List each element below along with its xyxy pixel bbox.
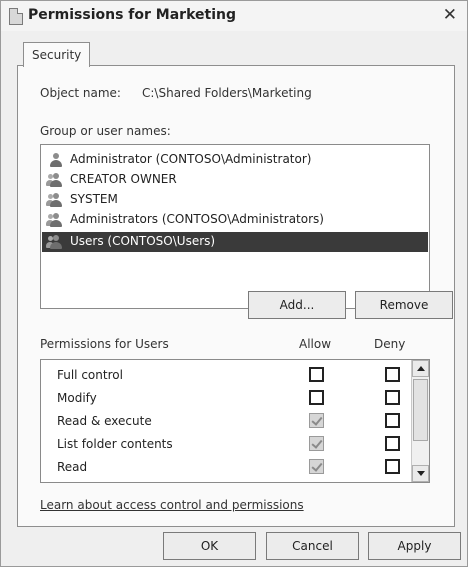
allow-checkbox[interactable] xyxy=(309,367,324,382)
permission-label: Read & execute xyxy=(57,414,152,428)
security-panel: Object name: C:\Shared Folders\Marketing… xyxy=(17,65,455,527)
deny-column-header: Deny xyxy=(374,337,406,351)
object-name-value: C:\Shared Folders\Marketing xyxy=(142,86,312,100)
permission-row: Modify xyxy=(41,387,411,409)
user-icon xyxy=(48,153,64,167)
allow-checkbox[interactable] xyxy=(309,390,324,405)
permissions-dialog: Permissions for Marketing ✕ Security Obj… xyxy=(0,0,468,567)
object-name-label: Object name: xyxy=(40,86,121,100)
group-icon xyxy=(46,235,64,249)
apply-button[interactable]: Apply xyxy=(368,532,461,560)
deny-checkbox[interactable] xyxy=(385,390,400,405)
user-list[interactable]: Administrator (CONTOSO\Administrator) CR… xyxy=(40,144,430,309)
list-item[interactable]: SYSTEM xyxy=(42,190,428,210)
permission-label: Read xyxy=(57,460,88,474)
allow-checkbox-inherited xyxy=(309,413,324,428)
scroll-down-icon[interactable] xyxy=(412,465,429,482)
list-item-label: Users (CONTOSO\Users) xyxy=(70,234,216,248)
ok-button[interactable]: OK xyxy=(163,532,256,560)
list-item-label: Administrators (CONTOSO\Administrators) xyxy=(70,212,324,226)
permission-row: Full control xyxy=(41,364,411,386)
allow-checkbox-inherited xyxy=(309,436,324,451)
list-item[interactable]: Administrators (CONTOSO\Administrators) xyxy=(42,210,428,230)
group-icon xyxy=(46,193,64,207)
list-item-label: CREATOR OWNER xyxy=(70,172,177,186)
group-icon xyxy=(46,213,64,227)
permission-row: List folder contents xyxy=(41,433,411,455)
list-item-selected[interactable]: Users (CONTOSO\Users) xyxy=(42,232,428,252)
list-item[interactable]: CREATOR OWNER xyxy=(42,170,428,190)
permission-label: Full control xyxy=(57,368,123,382)
group-icon xyxy=(46,173,64,187)
permission-label: List folder contents xyxy=(57,437,173,451)
permission-label: Modify xyxy=(57,391,97,405)
folder-icon xyxy=(9,8,23,25)
tab-security[interactable]: Security xyxy=(23,42,90,67)
title-bar: Permissions for Marketing ✕ xyxy=(1,1,467,31)
cancel-button[interactable]: Cancel xyxy=(266,532,359,560)
scroll-up-icon[interactable] xyxy=(412,360,429,377)
group-user-names-label: Group or user names: xyxy=(40,124,171,138)
list-item[interactable]: Administrator (CONTOSO\Administrator) xyxy=(42,150,428,170)
list-item-label: SYSTEM xyxy=(70,192,118,206)
remove-button[interactable]: Remove xyxy=(355,291,453,319)
allow-checkbox-inherited xyxy=(309,459,324,474)
permissions-scrollbar[interactable] xyxy=(411,360,429,482)
permission-row: Read & execute xyxy=(41,410,411,432)
permissions-header: Permissions for Users xyxy=(40,337,169,351)
permissions-list: Full control Modify Read & execute List … xyxy=(40,359,430,483)
deny-checkbox[interactable] xyxy=(385,367,400,382)
deny-checkbox[interactable] xyxy=(385,459,400,474)
add-button[interactable]: Add... xyxy=(248,291,346,319)
close-icon[interactable]: ✕ xyxy=(443,5,457,25)
permission-row: Read xyxy=(41,456,411,478)
tab-security-label: Security xyxy=(32,48,82,62)
list-item-label: Administrator (CONTOSO\Administrator) xyxy=(70,152,312,166)
learn-more-link[interactable]: Learn about access control and permissio… xyxy=(40,498,304,512)
scroll-thumb[interactable] xyxy=(413,379,428,441)
deny-checkbox[interactable] xyxy=(385,436,400,451)
window-title: Permissions for Marketing xyxy=(28,7,236,23)
allow-column-header: Allow xyxy=(299,337,332,351)
deny-checkbox[interactable] xyxy=(385,413,400,428)
